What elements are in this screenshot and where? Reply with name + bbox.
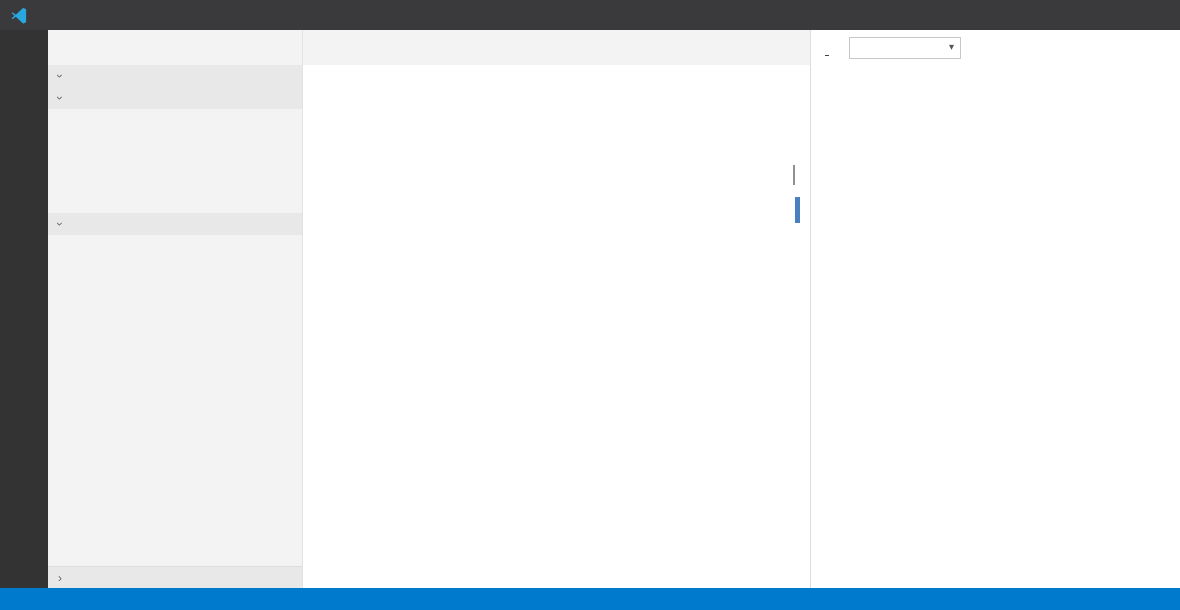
status-bar (0, 588, 1180, 610)
terminal-selector[interactable]: ▾ (849, 36, 961, 59)
scrollbar-thumb[interactable] (793, 165, 795, 185)
terminal-panel: ▾ (810, 30, 1180, 588)
sidebar-title (48, 30, 302, 65)
outline-section-header[interactable]: › (48, 566, 302, 588)
workbench: › › › › ▾ (0, 30, 1180, 588)
chevron-down-icon: › (53, 96, 67, 100)
panel-header: ▾ (811, 30, 1180, 65)
tab-terminal[interactable] (825, 39, 829, 56)
title-bar (0, 0, 1180, 30)
vscode-logo-icon (10, 6, 28, 24)
open-editors-section-header[interactable]: › (48, 65, 302, 87)
vscode-window: › › › › ▾ (0, 0, 1180, 610)
terminal-output[interactable] (811, 65, 1180, 588)
editor-group (303, 30, 810, 588)
chevron-down-icon: › (53, 222, 67, 226)
chevron-right-icon: › (58, 570, 62, 585)
tab-bar (303, 30, 810, 65)
device-files-section-header[interactable]: › (48, 213, 302, 235)
workspace-section-header[interactable]: › (48, 87, 302, 109)
explorer-sidebar: › › › › (48, 30, 303, 588)
caret-down-icon: ▾ (948, 42, 954, 53)
breadcrumb (303, 65, 810, 87)
code-editor[interactable] (303, 87, 810, 588)
activity-bar (0, 30, 48, 588)
overview-ruler-cursor-mark (795, 197, 800, 223)
chevron-down-icon: › (53, 74, 67, 78)
